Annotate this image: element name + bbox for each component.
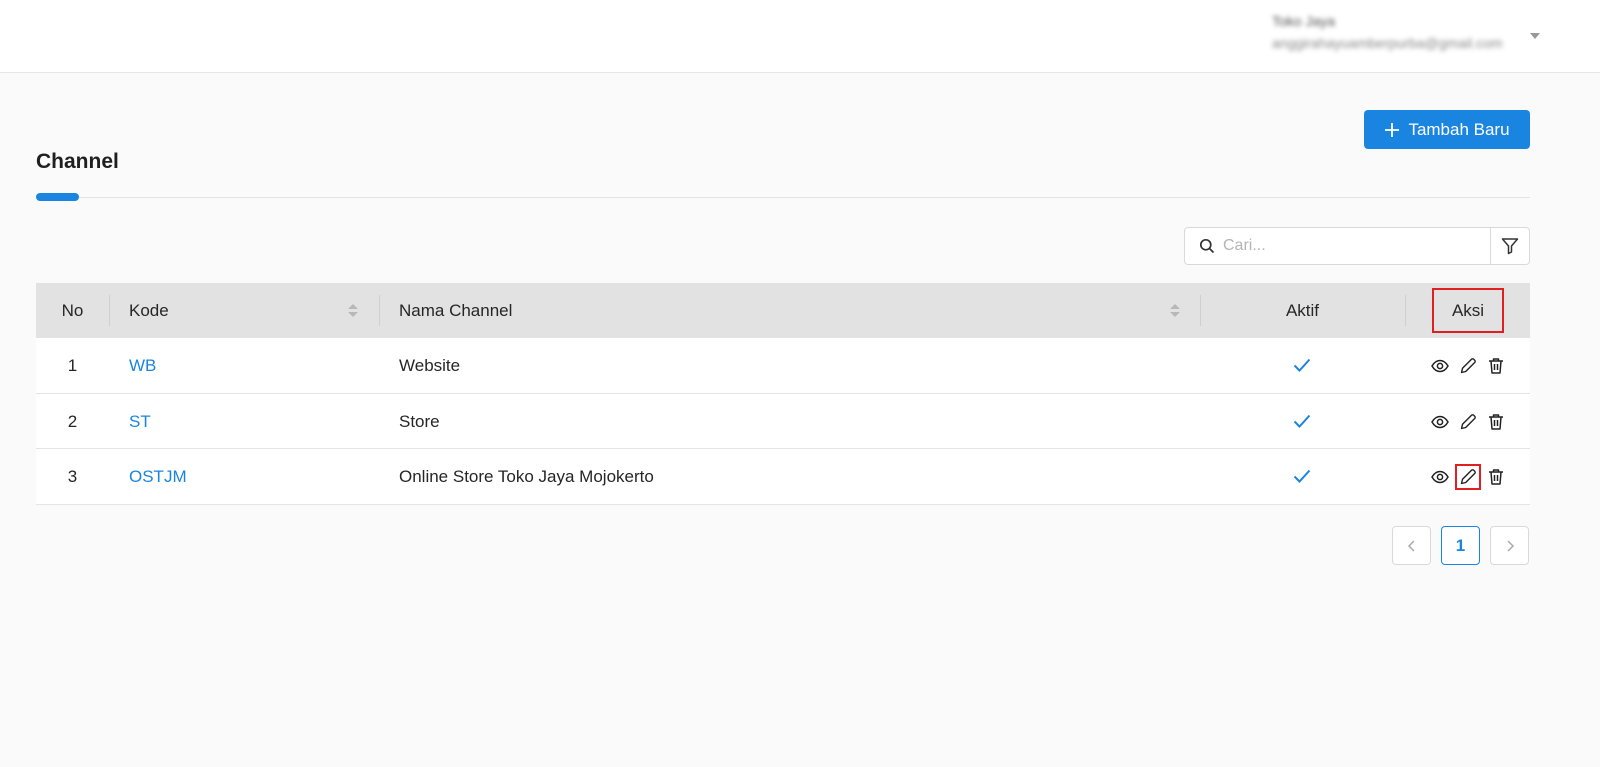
row-kode-link[interactable]: WB bbox=[129, 338, 156, 393]
column-kode[interactable]: Kode bbox=[129, 283, 169, 338]
channel-table: No Kode Nama Channel Aktif Aksi 1 WB Web… bbox=[36, 283, 1530, 505]
delete-icon[interactable] bbox=[1486, 356, 1506, 376]
view-icon[interactable] bbox=[1430, 467, 1450, 487]
filter-icon bbox=[1501, 238, 1519, 255]
table-header: No Kode Nama Channel Aktif Aksi bbox=[36, 283, 1530, 338]
delete-icon[interactable] bbox=[1486, 467, 1506, 487]
view-icon[interactable] bbox=[1430, 412, 1450, 432]
prev-page-button[interactable] bbox=[1392, 526, 1431, 565]
check-icon bbox=[1293, 469, 1311, 483]
table-row: 3 OSTJM Online Store Toko Jaya Mojokerto bbox=[36, 449, 1530, 505]
column-aktif: Aktif bbox=[1285, 301, 1320, 320]
caret-down-icon[interactable] bbox=[1530, 33, 1540, 39]
edit-icon[interactable] bbox=[1458, 412, 1478, 432]
title-accent-bar bbox=[36, 193, 79, 201]
check-icon bbox=[1293, 358, 1311, 372]
search-icon bbox=[1199, 238, 1215, 254]
edit-icon[interactable] bbox=[1455, 464, 1481, 490]
column-divider bbox=[1405, 295, 1406, 326]
plus-icon bbox=[1385, 122, 1400, 137]
next-page-button[interactable] bbox=[1490, 526, 1529, 565]
row-no: 1 bbox=[67, 356, 78, 375]
highlight-box bbox=[1432, 288, 1504, 333]
row-no: 3 bbox=[67, 467, 78, 486]
view-icon[interactable] bbox=[1430, 356, 1450, 376]
row-nama: Online Store Toko Jaya Mojokerto bbox=[399, 467, 654, 486]
delete-icon[interactable] bbox=[1486, 412, 1506, 432]
row-actions bbox=[1429, 412, 1507, 432]
chevron-right-icon bbox=[1506, 539, 1514, 552]
edit-icon[interactable] bbox=[1458, 356, 1478, 376]
top-bar: Toko Jaya anggirahayuamberpurba@gmail.co… bbox=[0, 0, 1600, 73]
add-new-button[interactable]: Tambah Baru bbox=[1364, 110, 1530, 149]
search-field[interactable] bbox=[1184, 227, 1491, 265]
column-divider bbox=[379, 295, 380, 326]
page-title: Channel bbox=[36, 150, 119, 173]
row-actions bbox=[1429, 356, 1507, 376]
column-divider bbox=[109, 295, 110, 326]
title-divider bbox=[36, 197, 1530, 198]
chevron-left-icon bbox=[1407, 539, 1415, 552]
row-nama: Store bbox=[399, 411, 440, 431]
page-button[interactable]: 1 bbox=[1441, 526, 1480, 565]
user-name: Toko Jaya bbox=[1272, 13, 1336, 29]
add-new-label: Tambah Baru bbox=[1408, 119, 1510, 139]
row-nama: Website bbox=[399, 356, 461, 375]
column-no: No bbox=[61, 301, 84, 320]
search-input[interactable] bbox=[1223, 237, 1473, 255]
column-nama-channel[interactable]: Nama Channel bbox=[399, 283, 512, 338]
sort-nama-icon[interactable] bbox=[1170, 304, 1180, 318]
check-icon bbox=[1293, 414, 1311, 428]
table-row: 1 WB Website bbox=[36, 338, 1530, 394]
filter-button[interactable] bbox=[1490, 227, 1530, 265]
row-kode-link[interactable]: ST bbox=[129, 394, 151, 449]
row-kode-link[interactable]: OSTJM bbox=[129, 449, 187, 504]
user-email: anggirahayuamberpurba@gmail.com bbox=[1272, 35, 1503, 51]
table-row: 2 ST Store bbox=[36, 393, 1530, 449]
sort-kode-icon[interactable] bbox=[348, 304, 358, 318]
user-menu[interactable]: Toko Jaya anggirahayuamberpurba@gmail.co… bbox=[1272, 10, 1532, 54]
row-no: 2 bbox=[67, 411, 78, 431]
row-actions bbox=[1429, 464, 1507, 490]
